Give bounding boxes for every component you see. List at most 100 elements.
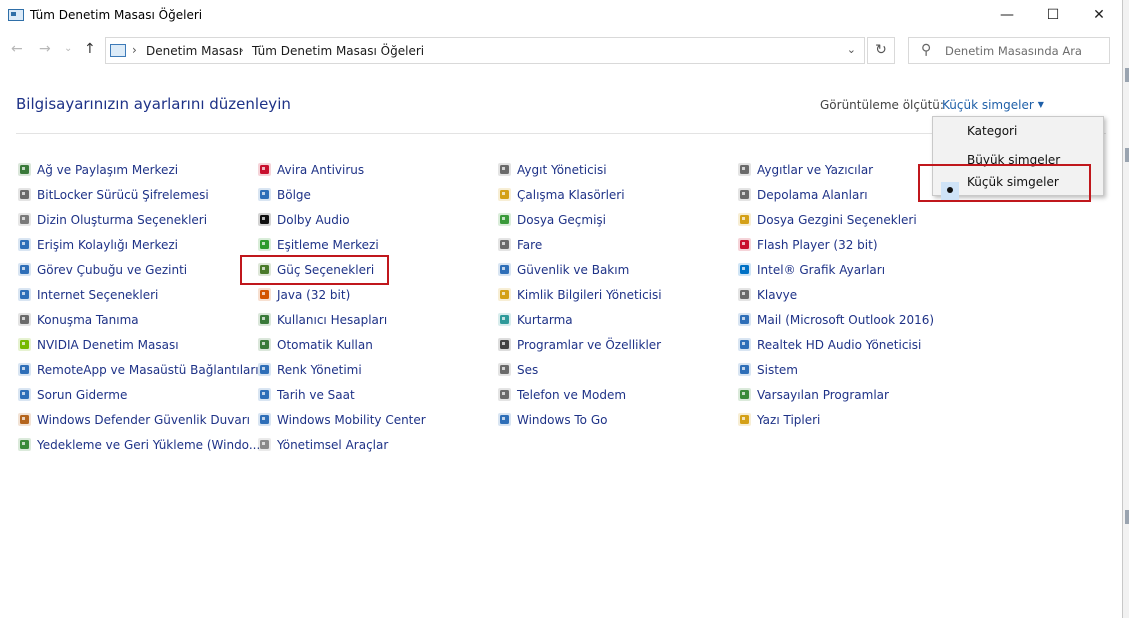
realtek-icon: [737, 337, 752, 352]
sync-center-icon: [257, 237, 272, 252]
bitlocker-icon: [17, 187, 32, 202]
control-panel-item-label: Fare: [517, 238, 543, 252]
forward-button[interactable]: →: [39, 41, 51, 57]
device-manager-icon: [497, 162, 512, 177]
breadcrumb-separator: ›: [132, 43, 137, 57]
avira-icon: [257, 162, 272, 177]
control-panel-item-label: Yedekleme ve Geri Yükleme (Windo...: [37, 438, 261, 452]
control-panel-item-label: Windows Defender Güvenlik Duvarı: [37, 413, 250, 427]
color-management-icon: [257, 362, 272, 377]
background-window-edge: [1125, 68, 1129, 82]
search-box[interactable]: ⚲: [908, 37, 1110, 64]
remoteapp-icon: [17, 362, 32, 377]
breadcrumb-control-panel[interactable]: Denetim Masası: [146, 44, 242, 58]
background-window-edge: [1125, 148, 1129, 162]
file-history-icon: [497, 212, 512, 227]
keyboard-icon: [737, 287, 752, 302]
default-programs-icon: [737, 387, 752, 402]
control-panel-item-label: Kullanıcı Hesapları: [277, 313, 388, 327]
control-panel-item-label: Dizin Oluşturma Seçenekleri: [37, 213, 208, 227]
fonts-icon: [737, 412, 752, 427]
address-dropdown-icon[interactable]: ⌄: [847, 43, 856, 56]
firewall-icon: [17, 412, 32, 427]
control-panel-item-label: Windows To Go: [517, 413, 608, 427]
phone-modem-icon: [497, 387, 512, 402]
control-panel-item-label: Renk Yönetimi: [277, 363, 362, 377]
close-button[interactable]: ✕: [1076, 0, 1122, 31]
control-panel-item-label: Dosya Gezgini Seçenekleri: [757, 213, 917, 227]
control-panel-item-label: Sorun Giderme: [37, 388, 128, 402]
control-panel-location-icon: [110, 44, 126, 57]
microphone-icon: [17, 312, 32, 327]
control-panel-item-label: Windows Mobility Center: [277, 413, 426, 427]
control-panel-item-label: Java (32 bit): [277, 288, 351, 302]
network-icon: [17, 162, 32, 177]
background-window-edge: [1125, 510, 1129, 524]
control-panel-item-label: Mail (Microsoft Outlook 2016): [757, 313, 935, 327]
windows-to-go-icon: [497, 412, 512, 427]
control-panel-item-label: Dolby Audio: [277, 213, 350, 227]
breadcrumb-all-items[interactable]: Tüm Denetim Masası Öğeleri: [252, 44, 424, 58]
control-panel-item-label: Eşitleme Merkezi: [277, 238, 379, 252]
control-panel-item-label: Ses: [517, 363, 539, 377]
control-panel-window: Tüm Denetim Masası Öğeleri — ☐ ✕ ← → ⌄ ↑…: [0, 0, 1123, 618]
mouse-icon: [497, 237, 512, 252]
control-panel-item-label: Klavye: [757, 288, 798, 302]
control-panel-item-label: NVIDIA Denetim Masası: [37, 338, 179, 352]
control-panel-item-label: Erişim Kolaylığı Merkezi: [37, 238, 178, 252]
internet-options-icon: [17, 287, 32, 302]
control-panel-item-label: Konuşma Tanıma: [37, 313, 139, 327]
maximize-button[interactable]: ☐: [1030, 0, 1076, 31]
nvidia-icon: [17, 337, 32, 352]
view-by-label: Görüntüleme ölçütü:: [820, 98, 944, 112]
control-panel-item-label: Sistem: [757, 363, 798, 377]
control-panel-item-label: Güvenlik ve Bakım: [517, 263, 630, 277]
breadcrumb-separator: ›: [239, 43, 244, 57]
mail-icon: [737, 312, 752, 327]
up-button[interactable]: ↑: [84, 41, 96, 57]
accessibility-icon: [17, 237, 32, 252]
control-panel-item-label: Yazı Tipleri: [757, 413, 821, 427]
troubleshooting-icon: [17, 387, 32, 402]
window-title: Tüm Denetim Masası Öğeleri: [30, 8, 203, 22]
control-panel-item-label: Telefon ve Modem: [517, 388, 627, 402]
address-bar[interactable]: › Denetim Masası › Tüm Denetim Masası Öğ…: [105, 37, 865, 64]
control-panel-item-label: Kimlik Bilgileri Yöneticisi: [517, 288, 662, 302]
recent-locations-button[interactable]: ⌄: [64, 43, 72, 54]
control-panel-item-label: Aygıt Yöneticisi: [517, 163, 607, 177]
back-button[interactable]: ←: [11, 41, 23, 57]
autoplay-icon: [257, 337, 272, 352]
system-icon: [737, 362, 752, 377]
programs-icon: [497, 337, 512, 352]
folder-options-icon: [737, 212, 752, 227]
backup-icon: [17, 437, 32, 452]
storage-spaces-icon: [737, 187, 752, 202]
control-panel-item-label: Otomatik Kullan: [277, 338, 373, 352]
security-flag-icon: [497, 262, 512, 277]
dolby-icon: [257, 212, 272, 227]
control-panel-item-label: Bölge: [277, 188, 311, 202]
control-panel-item-label: Ağ ve Paylaşım Merkezi: [37, 163, 179, 177]
admin-tools-icon: [257, 437, 272, 452]
search-input[interactable]: [945, 42, 1105, 59]
view-by-dropdown[interactable]: Küçük simgeler ▼: [942, 98, 1044, 112]
mobility-center-icon: [257, 412, 272, 427]
control-panel-item-label: Görev Çubuğu ve Gezinti: [37, 263, 188, 277]
credential-manager-icon: [497, 287, 512, 302]
control-panel-item-label: Flash Player (32 bit): [757, 238, 878, 252]
search-icon: ⚲: [921, 42, 932, 58]
user-accounts-icon: [257, 312, 272, 327]
control-panel-item-label: BitLocker Sürücü Şifrelemesi: [37, 188, 209, 202]
control-panel-item-label: Depolama Alanları: [757, 188, 868, 202]
minimize-button[interactable]: —: [984, 0, 1030, 31]
menu-item-kategori[interactable]: Kategori: [967, 124, 1017, 138]
work-folders-icon: [497, 187, 512, 202]
intel-graphics-icon: [737, 262, 752, 277]
view-by-value: Küçük simgeler: [942, 98, 1034, 112]
flash-icon: [737, 237, 752, 252]
control-panel-item-label: Internet Seçenekleri: [37, 288, 159, 302]
control-panel-icon: [8, 9, 24, 21]
refresh-button[interactable]: ↻: [867, 37, 895, 64]
control-panel-item-label: Realtek HD Audio Yöneticisi: [757, 338, 922, 352]
control-panel-item-label: Varsayılan Programlar: [757, 388, 889, 402]
